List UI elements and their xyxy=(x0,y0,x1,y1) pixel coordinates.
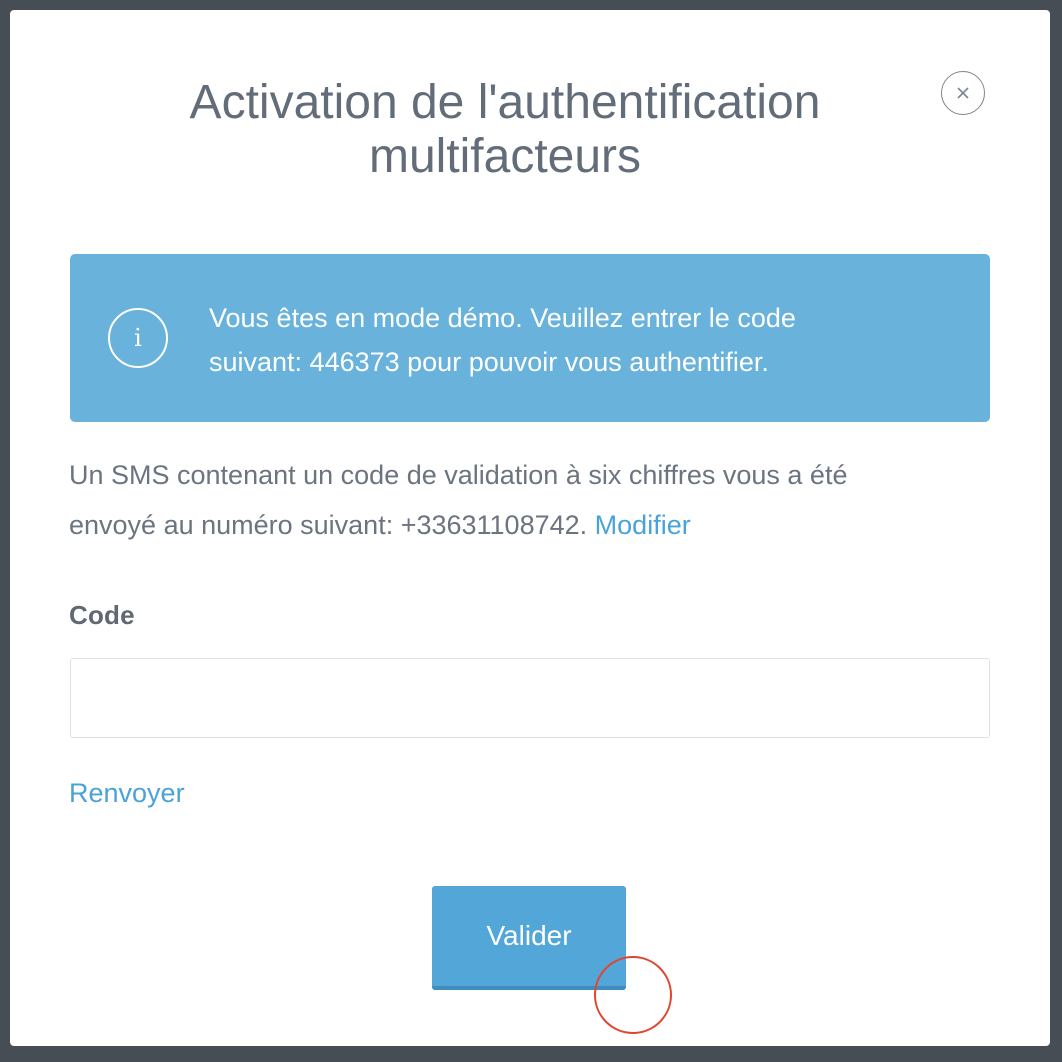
code-input[interactable] xyxy=(70,658,990,738)
demo-mode-alert: i Vous êtes en mode démo. Veuillez entre… xyxy=(70,254,990,422)
mfa-activation-modal: Activation de l'authentification multifa… xyxy=(10,10,1050,1046)
modal-title-line1: Activation de l'authentification xyxy=(189,76,821,129)
close-icon xyxy=(957,87,969,99)
alert-line1: Vous êtes en mode démo. Veuillez entrer … xyxy=(209,303,796,333)
sms-line2: envoyé au numéro suivant: +33631108742. xyxy=(69,510,588,540)
resend-link[interactable]: Renvoyer xyxy=(69,778,185,809)
modify-phone-link[interactable]: Modifier xyxy=(595,510,691,540)
sms-line1: Un SMS contenant un code de validation à… xyxy=(69,460,848,490)
alert-message: Vous êtes en mode démo. Veuillez entrer … xyxy=(209,296,949,384)
alert-line2: suivant: 446373 pour pouvoir vous authen… xyxy=(209,347,769,377)
modal-title-line2: multifacteurs xyxy=(368,130,642,183)
submit-button[interactable]: Valider xyxy=(432,886,626,990)
info-icon: i xyxy=(108,308,168,368)
modal-title: Activation de l'authentification multifa… xyxy=(110,76,900,184)
sms-info-text: Un SMS contenant un code de validation à… xyxy=(69,450,969,550)
close-button[interactable] xyxy=(941,71,985,115)
code-label: Code xyxy=(69,600,135,630)
